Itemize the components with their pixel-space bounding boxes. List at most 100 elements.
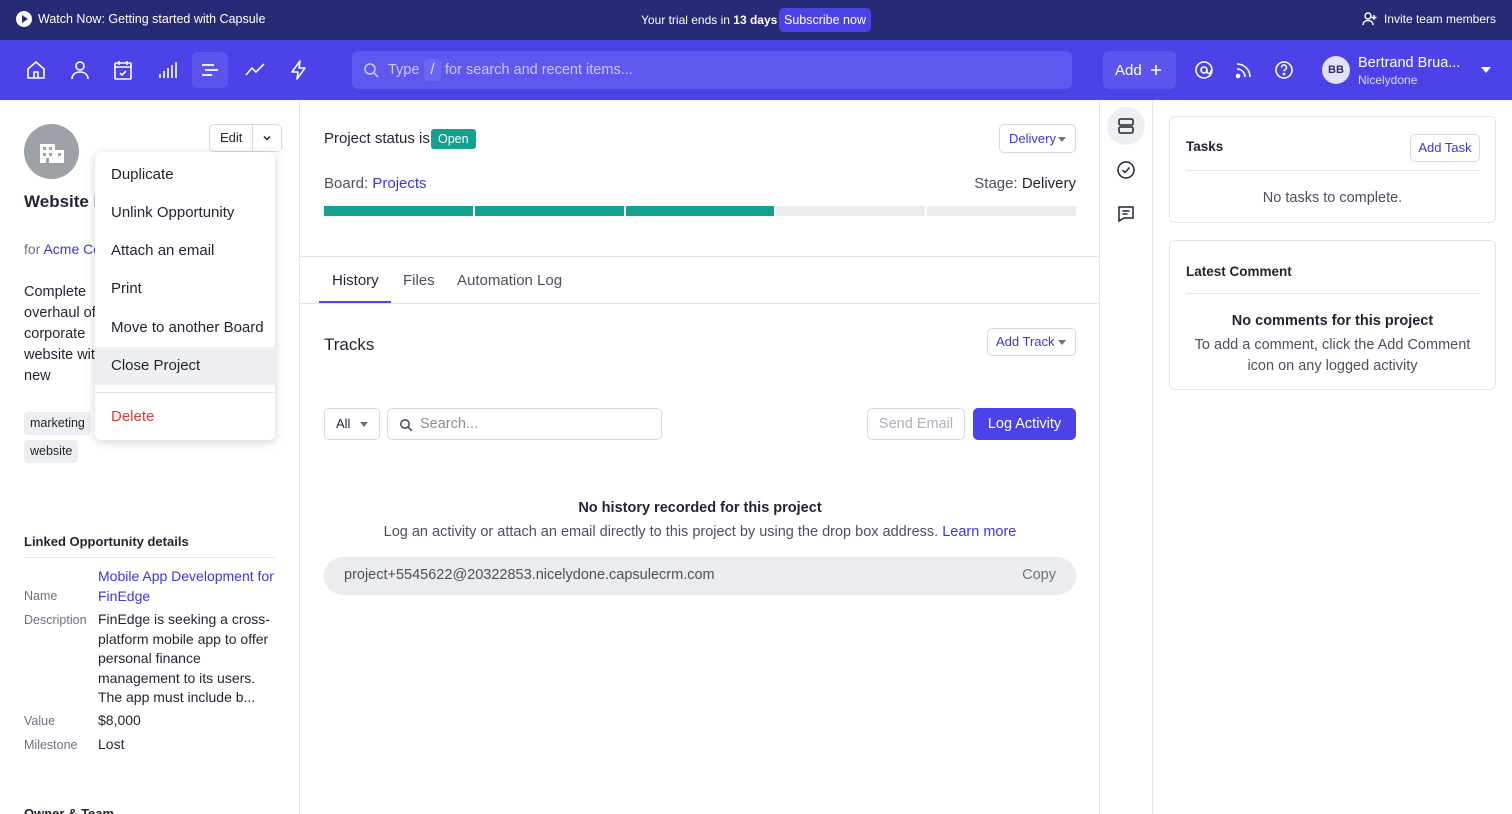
- add-task-button[interactable]: Add Task: [1410, 134, 1480, 162]
- nav-help[interactable]: [1266, 52, 1302, 88]
- nav-reports[interactable]: [149, 52, 185, 88]
- stage-value: Delivery: [1021, 175, 1076, 192]
- edit-button[interactable]: Edit: [210, 125, 254, 151]
- board-prefix: Board:: [324, 175, 369, 192]
- progress-segment: [776, 206, 926, 216]
- feed-icon: [1235, 63, 1251, 79]
- nav-people[interactable]: [62, 52, 98, 88]
- empty-history-text: Log an activity or attach an email direc…: [300, 524, 1100, 540]
- for-prefix: for: [24, 241, 41, 257]
- trend-icon: [245, 63, 265, 76]
- dropbox-address[interactable]: project+5545622@20322853.nicelydone.caps…: [344, 567, 715, 583]
- user-menu-chevron-icon[interactable]: [1481, 67, 1491, 73]
- add-track-button[interactable]: Add Track: [987, 328, 1076, 356]
- strip-tasks-button[interactable]: [1107, 151, 1145, 189]
- dropbox-address-field: project+5545622@20322853.nicelydone.caps…: [324, 557, 1076, 595]
- play-icon: [16, 11, 32, 27]
- menu-item-move-board[interactable]: Move to another Board: [95, 309, 275, 347]
- project-avatar: [24, 124, 79, 179]
- menu-item-attach-email[interactable]: Attach an email: [95, 232, 275, 270]
- home-icon: [27, 60, 45, 79]
- stage-progress-bar: [324, 206, 1076, 216]
- person-icon: [71, 61, 89, 80]
- nav-home[interactable]: [18, 52, 54, 88]
- send-email-button[interactable]: Send Email: [867, 408, 965, 440]
- help-icon: [1275, 61, 1293, 79]
- project-title: Website Refresh Project: [24, 192, 104, 211]
- empty-history-description: Log an activity or attach an email direc…: [383, 524, 939, 540]
- watch-now-link[interactable]: Watch Now: Getting started with Capsule: [16, 11, 265, 27]
- tag-website[interactable]: website: [24, 440, 79, 463]
- log-activity-button[interactable]: Log Activity: [973, 408, 1076, 440]
- calendar-icon: [114, 61, 132, 80]
- tabs-bottom-divider: [300, 303, 1100, 304]
- stage-line: Stage: Delivery: [974, 175, 1076, 192]
- opportunity-link[interactable]: Mobile App Development for FinEdge: [98, 568, 274, 604]
- menu-item-unlink-opportunity[interactable]: Unlink Opportunity: [95, 194, 275, 232]
- field-value-description: FinEdge is seeking a cross-platform mobi…: [98, 611, 270, 705]
- trial-notice: Your trial ends in 13 days: [641, 13, 777, 27]
- history-search: [387, 408, 662, 440]
- nav-trends[interactable]: [237, 52, 273, 88]
- search-slash-key: /: [424, 59, 441, 81]
- tab-automation-log[interactable]: Automation Log: [457, 272, 562, 289]
- stage-select[interactable]: Delivery: [999, 124, 1076, 153]
- trial-days: 13 days: [733, 13, 778, 27]
- menu-item-duplicate[interactable]: Duplicate: [95, 156, 275, 194]
- user-name[interactable]: Bertrand Brua...: [1358, 55, 1460, 71]
- tab-history[interactable]: History: [332, 272, 379, 289]
- project-main: Project status is Open Delivery Board: P…: [300, 100, 1100, 814]
- project-description: Complete overhaul of corporate website w…: [24, 284, 103, 384]
- history-filter-select[interactable]: All: [324, 408, 380, 440]
- edit-button-group: Edit: [209, 124, 283, 152]
- status-badge: Open: [431, 129, 476, 149]
- more-actions-button[interactable]: [253, 125, 281, 151]
- stage-prefix: Stage:: [974, 175, 1018, 192]
- owner-team-header: Owner & Team: [24, 806, 115, 814]
- strip-comments-button[interactable]: [1107, 195, 1145, 233]
- project-status-label: Project status is: [324, 130, 430, 147]
- nav-calendar[interactable]: [105, 52, 141, 88]
- invite-team-link[interactable]: Invite team members: [1362, 11, 1496, 27]
- strip-overview-button[interactable]: [1107, 107, 1145, 145]
- plus-icon: [1150, 65, 1161, 75]
- nav-mentions[interactable]: [1186, 52, 1222, 88]
- comment-empty-text: To add a comment, click the Add Comment …: [1194, 337, 1471, 374]
- add-button[interactable]: Add: [1103, 51, 1176, 89]
- subscribe-button[interactable]: Subscribe now: [779, 8, 871, 32]
- latest-comment-card: Latest Comment No comments for this proj…: [1169, 240, 1496, 390]
- board-link[interactable]: Projects: [372, 175, 426, 192]
- tab-files[interactable]: Files: [403, 272, 435, 289]
- comment-empty-title: No comments for this project: [1231, 313, 1434, 329]
- avatar[interactable]: BB: [1322, 56, 1350, 84]
- tasks-title: Tasks: [1186, 139, 1224, 154]
- building-icon: [39, 143, 64, 163]
- top-banner: Watch Now: Getting started with Capsule …: [0, 0, 1512, 40]
- projects-icon: [202, 64, 218, 76]
- search-icon: [400, 419, 413, 432]
- nav-feed[interactable]: [1226, 52, 1262, 88]
- menu-item-close-project[interactable]: Close Project: [95, 347, 275, 385]
- add-user-icon: [1362, 12, 1377, 26]
- progress-segment: [625, 206, 775, 216]
- search-hint: for search and recent items...: [445, 62, 633, 78]
- overview-icon: [1118, 118, 1134, 134]
- menu-item-print[interactable]: Print: [95, 270, 275, 308]
- nav-projects[interactable]: [192, 52, 228, 88]
- field-value-value: $8,000: [98, 712, 141, 728]
- trial-prefix: Your trial ends in: [641, 13, 730, 27]
- history-search-input[interactable]: [420, 409, 650, 439]
- copy-button[interactable]: Copy: [1022, 567, 1056, 583]
- global-search[interactable]: Type / for search and recent items...: [352, 51, 1072, 89]
- field-label-milestone: Milestone: [24, 738, 78, 752]
- main-nav: Type / for search and recent items... Ad…: [0, 40, 1512, 100]
- tasks-empty-text: No tasks to complete.: [1262, 190, 1403, 206]
- nav-workflow[interactable]: [281, 52, 317, 88]
- chevron-down-icon: [263, 135, 271, 141]
- menu-item-delete[interactable]: Delete: [95, 398, 275, 436]
- tag-marketing[interactable]: marketing: [24, 412, 91, 435]
- at-icon: [1195, 61, 1213, 79]
- invite-label: Invite team members: [1383, 12, 1496, 26]
- learn-more-link[interactable]: Learn more: [942, 524, 1016, 540]
- tracks-title: Tracks: [324, 335, 375, 354]
